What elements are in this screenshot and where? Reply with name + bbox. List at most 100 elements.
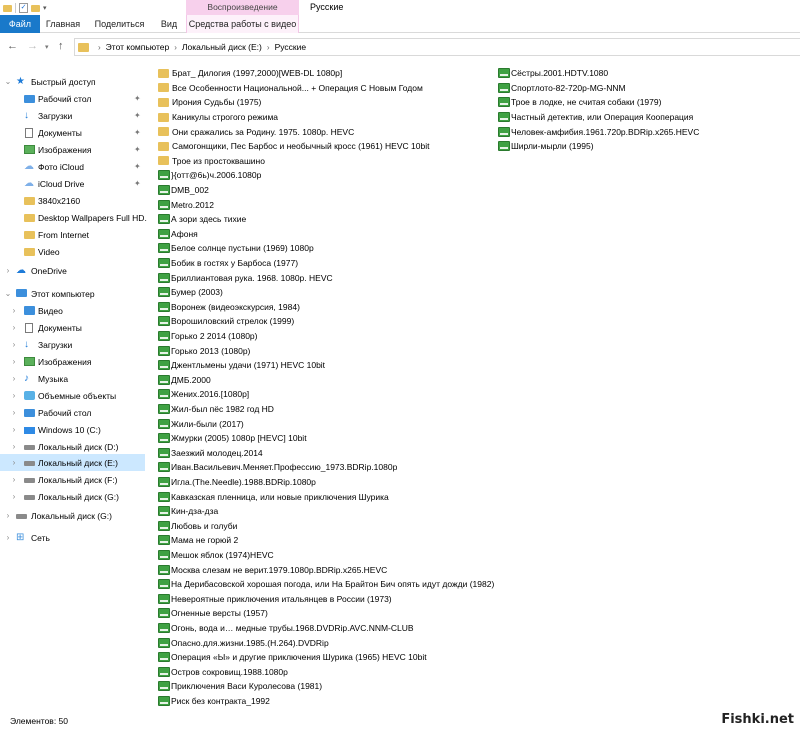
video-file-item[interactable]: Любовь и голуби — [158, 519, 237, 534]
video-file-item[interactable]: Москва слезам не верит.1979.1080p.BDRip.… — [158, 562, 387, 577]
chevron-right-icon[interactable]: › — [10, 340, 18, 349]
video-file-item[interactable]: Горько 2 2014 (1080p) — [158, 329, 257, 344]
chevron-right-icon[interactable]: › — [10, 475, 18, 484]
chevron-right-icon[interactable]: › — [4, 533, 12, 542]
video-file-item[interactable]: Спортлото-82-720p-MG-NNM — [498, 81, 626, 96]
video-file-item[interactable]: Кин-дза-дза — [158, 504, 218, 519]
video-file-item[interactable]: Операция «Ы» и другие приключения Шурика… — [158, 650, 427, 665]
tab-home[interactable]: Главная — [40, 15, 86, 33]
video-file-item[interactable]: Трое в лодке, не считая собаки (1979) — [498, 95, 661, 110]
breadcrumb-this-pc[interactable]: Этот компьютер — [106, 42, 170, 52]
sidebar-item-downloads[interactable]: ↓ Загрузки ✦ — [0, 107, 148, 124]
sidebar-item-pc-documents[interactable]: › Документы — [0, 319, 148, 336]
back-arrow-icon[interactable]: ← — [7, 40, 18, 52]
video-file-item[interactable]: Игла.(The.Needle).1988.BDRip.1080p — [158, 475, 316, 490]
chevron-right-icon[interactable]: › — [10, 442, 18, 451]
sidebar-item-video[interactable]: Video — [0, 243, 148, 260]
video-file-item[interactable]: Мама не горюй 2 — [158, 533, 238, 548]
folder-item[interactable]: Трое из простоквашино — [158, 154, 265, 169]
recent-locations-icon[interactable]: ▾ — [45, 42, 49, 54]
sidebar-item-pc-videos[interactable]: › Видео — [0, 302, 148, 319]
tab-view[interactable]: Вид — [153, 15, 185, 33]
sidebar-item-pc-pictures[interactable]: › Изображения — [0, 353, 148, 370]
video-file-item[interactable]: Приключения Васи Куролесова (1981) — [158, 679, 322, 694]
video-file-item[interactable]: Афоня — [158, 227, 198, 242]
video-file-item[interactable]: Мешок яблок (1974)HEVC — [158, 548, 274, 563]
sidebar-item-icloud-photos[interactable]: ☁ Фото iCloud ✦ — [0, 158, 148, 175]
chevron-right-icon[interactable]: › — [10, 391, 18, 400]
sidebar-item-pc-downloads[interactable]: › ↓ Загрузки — [0, 336, 148, 353]
new-folder-icon[interactable] — [31, 4, 40, 12]
pin-icon[interactable]: ✦ — [134, 162, 141, 171]
chevron-right-icon[interactable]: › — [262, 43, 275, 52]
sidebar-item-documents[interactable]: Документы ✦ — [0, 124, 148, 141]
sidebar-item-drive-d[interactable]: › Локальный диск (D:) — [0, 438, 148, 455]
folder-item[interactable]: Самогонщики, Пес Барбос и необычный крос… — [158, 139, 429, 154]
chevron-right-icon[interactable]: › — [169, 43, 182, 52]
address-bar[interactable]: › Этот компьютер › Локальный диск (E:) ›… — [74, 38, 800, 56]
chevron-right-icon[interactable]: › — [10, 492, 18, 501]
sidebar-item-drive-c[interactable]: › Windows 10 (C:) — [0, 421, 148, 438]
video-file-item[interactable]: Белое солнце пустыни (1969) 1080p — [158, 241, 314, 256]
sidebar-item-drive-g[interactable]: › Локальный диск (G:) — [0, 488, 148, 505]
sidebar-item-3840x2160[interactable]: 3840x2160 — [0, 192, 148, 209]
pin-icon[interactable]: ✦ — [134, 111, 141, 120]
video-file-item[interactable]: Заезжий молодец.2014 — [158, 446, 263, 461]
sidebar-item-from-internet[interactable]: From Internet — [0, 226, 148, 243]
chevron-right-icon[interactable]: › — [93, 43, 106, 52]
sidebar-item-drive-e[interactable]: › Локальный диск (E:) — [0, 454, 145, 471]
chevron-right-icon[interactable]: › — [4, 266, 12, 275]
sidebar-item-pc-3d-objects[interactable]: › Объемные объекты — [0, 387, 148, 404]
folder-item[interactable]: Они сражались за Родину. 1975. 1080p. HE… — [158, 124, 354, 139]
chevron-right-icon[interactable]: › — [10, 323, 18, 332]
sidebar-item-this-pc[interactable]: ⌄ Этот компьютер — [0, 285, 148, 302]
sidebar-item-pc-desktop[interactable]: › Рабочий стол — [0, 404, 148, 421]
chevron-down-icon[interactable]: ⌄ — [4, 77, 12, 86]
video-file-item[interactable]: Ворошиловский стрелок (1999) — [158, 314, 294, 329]
chevron-right-icon[interactable]: › — [10, 306, 18, 315]
chevron-down-icon[interactable]: ▾ — [43, 4, 47, 12]
forward-arrow-icon[interactable]: → — [27, 40, 38, 52]
up-arrow-icon[interactable]: ↑ — [58, 40, 64, 52]
tab-share[interactable]: Поделиться — [87, 15, 152, 33]
sidebar-item-network[interactable]: › ⊞ Сеть — [0, 529, 148, 546]
chevron-right-icon[interactable]: › — [10, 458, 18, 467]
video-file-item[interactable]: Жил-был пёс 1982 год HD — [158, 402, 274, 417]
breadcrumb-drive-e[interactable]: Локальный диск (E:) — [182, 42, 262, 52]
video-file-item[interactable]: Воронеж (видеоэкскурсия, 1984) — [158, 300, 300, 315]
folder-item[interactable]: Все Особенности Национальной... + Операц… — [158, 81, 423, 96]
video-file-item[interactable]: Огонь, вода и… медные трубы.1968.DVDRip.… — [158, 621, 414, 636]
video-file-item[interactable]: Ширли-мырли (1995) — [498, 139, 594, 154]
chevron-down-icon[interactable]: ⌄ — [4, 289, 12, 298]
video-file-item[interactable]: Джентльмены удачи (1971) HEVC 10bit — [158, 358, 325, 373]
pin-icon[interactable]: ✦ — [134, 145, 141, 154]
folder-item[interactable]: Каникулы строгого режима — [158, 110, 278, 125]
pin-icon[interactable]: ✦ — [134, 179, 141, 188]
video-file-item[interactable]: Жили-были (2017) — [158, 416, 244, 431]
video-file-item[interactable]: Опасно.для.жизни.1985.(H.264).DVDRip — [158, 635, 329, 650]
video-file-item[interactable]: Человек-амфибия.1961.720p.BDRip.x265.HEV… — [498, 124, 699, 139]
video-file-item[interactable]: Бриллиантовая рука. 1968. 1080p. HEVC — [158, 270, 333, 285]
chevron-right-icon[interactable]: › — [10, 357, 18, 366]
video-file-item[interactable]: Невероятные приключения итальянцев в Рос… — [158, 592, 392, 607]
chevron-right-icon[interactable]: › — [4, 511, 12, 520]
video-file-item[interactable]: }{отт@6ь)ч.2006.1080p — [158, 168, 261, 183]
video-file-item[interactable]: А зори здесь тихие — [158, 212, 246, 227]
sidebar-item-desktop-wallpapers[interactable]: Desktop Wallpapers Full HD. I — [0, 209, 148, 226]
video-file-item[interactable]: Огненные версты (1957) — [158, 606, 268, 621]
video-file-item[interactable]: Жених.2016.[1080p] — [158, 387, 249, 402]
video-file-item[interactable]: Кавказская пленница, или новые приключен… — [158, 489, 389, 504]
chevron-right-icon[interactable]: › — [10, 374, 18, 383]
video-file-item[interactable]: Остров сокровищ.1988.1080p — [158, 665, 288, 680]
folder-item[interactable]: Ирония Судьбы (1975) — [158, 95, 261, 110]
sidebar-item-quick-access[interactable]: ⌄ ★ Быстрый доступ — [0, 73, 148, 90]
video-file-item[interactable]: Горько 2013 (1080p) — [158, 343, 250, 358]
video-file-item[interactable]: Иван.Васильевич.Меняет.Профессию_1973.BD… — [158, 460, 397, 475]
sidebar-item-icloud-drive[interactable]: ☁ iCloud Drive ✦ — [0, 175, 148, 192]
tab-file[interactable]: Файл — [0, 15, 40, 33]
video-file-item[interactable]: Частный детектив, или Операция Коопераци… — [498, 110, 693, 125]
chevron-right-icon[interactable]: › — [10, 408, 18, 417]
sidebar-item-drive-g-root[interactable]: › Локальный диск (G:) — [0, 507, 148, 524]
video-file-item[interactable]: Бумер (2003) — [158, 285, 223, 300]
tab-video-tools[interactable]: Средства работы с видео — [186, 15, 299, 33]
